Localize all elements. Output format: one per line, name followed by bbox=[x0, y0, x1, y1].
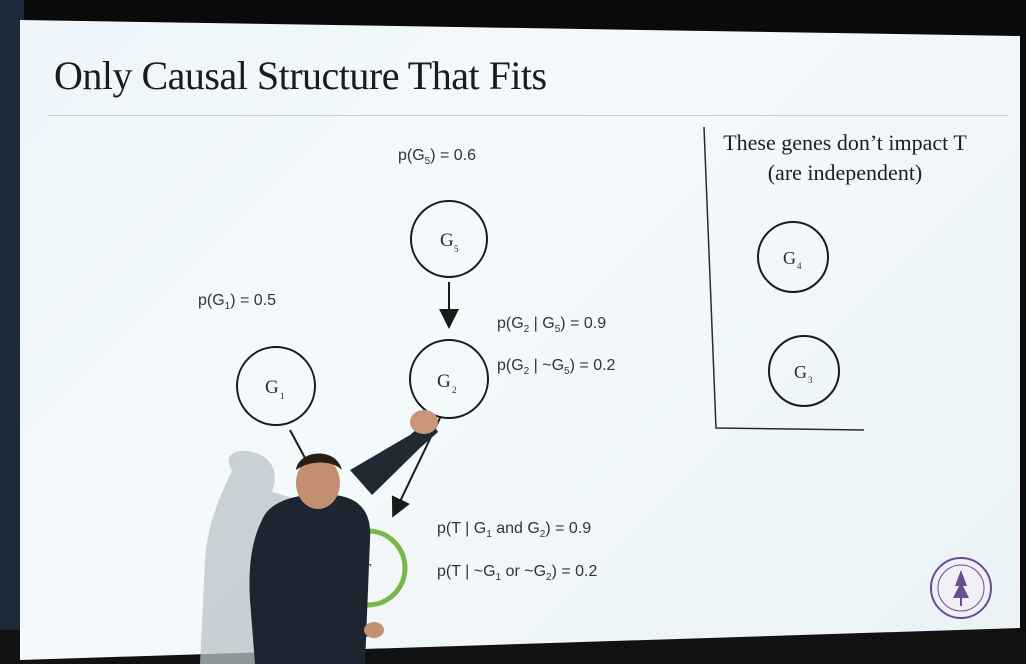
university-seal-icon bbox=[930, 557, 992, 619]
presenter-lower-hand bbox=[364, 622, 384, 638]
presenter-hand bbox=[410, 410, 438, 434]
presenter-body bbox=[249, 494, 371, 664]
presenter-figure bbox=[200, 410, 438, 664]
